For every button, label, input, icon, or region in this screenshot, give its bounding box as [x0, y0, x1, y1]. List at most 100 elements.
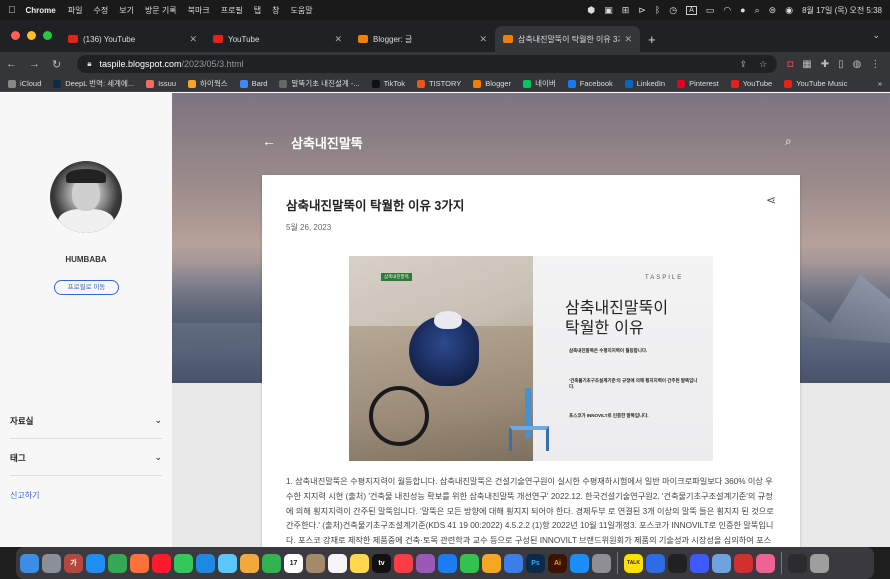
safari-icon[interactable]	[86, 553, 105, 573]
photoshop-icon[interactable]: Ps	[526, 553, 545, 573]
bookmark-item[interactable]: YouTube	[730, 79, 772, 88]
bookmark-item[interactable]: iCloud	[8, 79, 41, 88]
menu-view[interactable]: 보기	[119, 5, 134, 16]
maps-icon[interactable]	[218, 553, 237, 573]
bookmark-item[interactable]: 네이버	[523, 78, 556, 89]
facetime-icon[interactable]	[262, 553, 281, 573]
menubar-clock[interactable]: 8월 17일 (목) 오전 5:38	[802, 5, 882, 16]
close-tab-icon[interactable]: ✕	[624, 34, 632, 45]
tab-active-post[interactable]: 삼축내진말뚝이 탁월한 이유 3가지 ✕	[495, 26, 640, 52]
forward-arrow-icon[interactable]: →	[29, 58, 40, 70]
notes-icon[interactable]	[350, 553, 369, 573]
vpn-icon[interactable]	[646, 553, 665, 573]
extension-icon[interactable]: ▦	[802, 59, 811, 70]
lock-icon[interactable]: 🔒︎	[87, 59, 91, 69]
menu-history[interactable]: 방문 기록	[145, 5, 177, 16]
appstore-connect-icon[interactable]	[438, 553, 457, 573]
bookmark-item[interactable]: TikTok	[371, 79, 405, 88]
bookmark-item[interactable]: Facebook	[567, 79, 613, 88]
bookmark-item[interactable]: Blogger	[473, 79, 511, 88]
share-page-icon[interactable]: ⇪	[740, 59, 748, 70]
photos-icon[interactable]	[240, 553, 259, 573]
dictionary-icon[interactable]: 가	[64, 553, 83, 573]
music-icon[interactable]	[394, 553, 413, 573]
tab-youtube[interactable]: YouTube ✕	[205, 26, 350, 52]
bookmark-star-icon[interactable]: ☆	[759, 59, 767, 70]
contacts-icon[interactable]	[306, 553, 325, 573]
messages-icon[interactable]	[174, 553, 193, 573]
menu-tab[interactable]: 탭	[254, 5, 261, 16]
menubar-app-name[interactable]: Chrome	[26, 6, 56, 15]
opera-icon[interactable]	[152, 553, 171, 573]
bookmark-item[interactable]: 하이웍스	[188, 78, 228, 89]
appstore-icon[interactable]	[570, 553, 589, 573]
tv-icon[interactable]: tv	[372, 553, 391, 573]
user-icon[interactable]: ●	[740, 5, 745, 15]
zoom-window-button[interactable]	[43, 31, 52, 40]
keynote-icon[interactable]	[504, 553, 523, 573]
chrome-menu-icon[interactable]: ⋮	[870, 59, 880, 70]
menu-edit[interactable]: 수정	[93, 5, 108, 16]
close-tab-icon[interactable]: ✕	[189, 34, 197, 45]
acrobat-icon[interactable]	[734, 553, 753, 573]
side-panel-icon[interactable]: ▯	[838, 59, 844, 70]
bookmark-item[interactable]: Pinterest	[677, 79, 719, 88]
back-arrow-icon[interactable]: ←	[262, 133, 276, 149]
tab-search-chevron-icon[interactable]: ⌄	[872, 30, 880, 41]
menu-window[interactable]: 창	[272, 5, 279, 16]
shield-icon[interactable]: ⬢	[587, 5, 595, 16]
menu-help[interactable]: 도움말	[291, 5, 313, 16]
numbers-icon[interactable]	[460, 553, 479, 573]
new-tab-button[interactable]: +	[640, 26, 664, 52]
finder-icon[interactable]	[20, 553, 39, 573]
bookmark-item[interactable]: Bard	[239, 79, 267, 88]
report-abuse-link[interactable]: 신고하기	[10, 490, 39, 501]
menu-bookmarks[interactable]: 북마크	[188, 5, 210, 16]
bookmark-item[interactable]: YouTube Music	[784, 79, 847, 88]
chrome-icon[interactable]	[108, 553, 127, 573]
archive-section-toggle[interactable]: 자료실 ⌄	[10, 403, 162, 439]
clock-icon[interactable]: ◷	[669, 5, 677, 16]
pocket-icon[interactable]: ◘	[787, 59, 793, 70]
tags-section-toggle[interactable]: 태그 ⌄	[10, 440, 162, 476]
bookmark-item[interactable]: DeepL 번역: 세계에...	[53, 78, 134, 89]
illustrator-icon[interactable]: Ai	[548, 553, 567, 573]
settings-icon[interactable]	[592, 553, 611, 573]
screen-icon[interactable]: ▣	[604, 5, 613, 16]
menu-profiles[interactable]: 프로필	[221, 5, 243, 16]
blog-title[interactable]: 삼축내진말뚝	[291, 133, 363, 152]
wifi-icon[interactable]: ◠	[723, 5, 731, 16]
puzzle-extensions-icon[interactable]: ✚	[821, 59, 829, 70]
html-app-icon[interactable]	[690, 553, 709, 573]
close-window-button[interactable]	[11, 31, 20, 40]
reload-icon[interactable]: ↻	[52, 58, 61, 71]
battery-icon[interactable]: ▭	[706, 5, 715, 16]
menu-file[interactable]: 파일	[68, 5, 83, 16]
profile-avatar-icon[interactable]: ◍	[853, 59, 862, 70]
firefox-icon[interactable]	[130, 553, 149, 573]
bookmark-item[interactable]: LinkedIn	[624, 79, 665, 88]
input-source-indicator[interactable]: A	[686, 5, 697, 15]
search-icon[interactable]: ⌕	[785, 134, 792, 149]
address-bar[interactable]: 🔒︎ taspile.blogspot.com/2023/05/3.html ⇪…	[77, 55, 778, 73]
bookmark-item[interactable]: 말뚝기초 내진설계 -...	[279, 78, 360, 89]
calendar-icon[interactable]: 17	[284, 553, 303, 573]
launchpad-icon[interactable]	[42, 553, 61, 573]
share-icon[interactable]: ⋖	[766, 193, 776, 207]
kakaotalk-icon[interactable]: TALK	[624, 553, 643, 573]
siri-icon[interactable]: ◉	[785, 5, 793, 16]
profile-avatar[interactable]	[50, 161, 122, 233]
bookmark-item[interactable]: TISTORY	[417, 79, 461, 88]
chatgpt-icon[interactable]	[668, 553, 687, 573]
play-icon[interactable]: ⊳	[638, 5, 646, 16]
bluetooth-icon[interactable]: ᛒ	[655, 5, 660, 15]
visit-profile-button[interactable]: 프로필로 이동	[54, 280, 119, 295]
grid-icon[interactable]: ⊞	[622, 5, 630, 16]
tab-blogger[interactable]: Blogger: 글 ✕	[350, 26, 495, 52]
preview-icon[interactable]	[712, 553, 731, 573]
back-arrow-icon[interactable]: ←	[6, 58, 17, 70]
tab-youtube-136[interactable]: (136) YouTube ✕	[60, 26, 205, 52]
bookmarks-overflow-button[interactable]: »	[878, 79, 882, 88]
mail-icon[interactable]	[196, 553, 215, 573]
trash-icon[interactable]	[810, 553, 829, 573]
